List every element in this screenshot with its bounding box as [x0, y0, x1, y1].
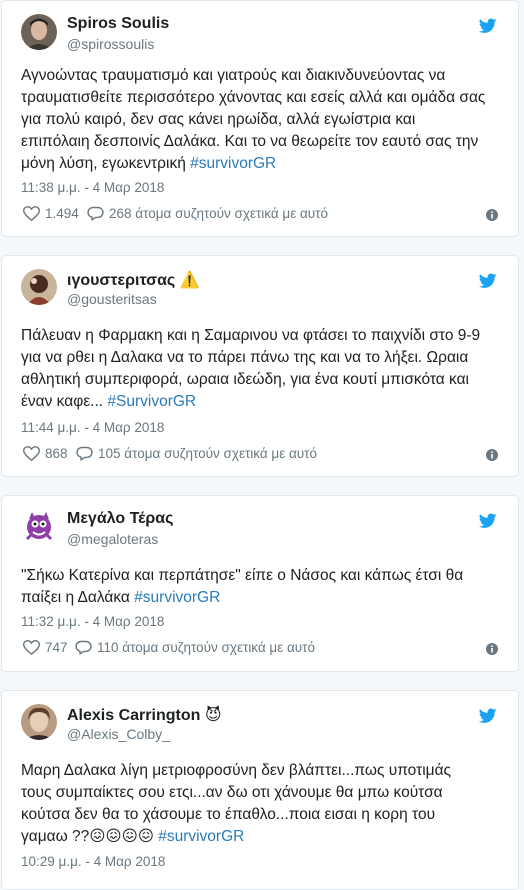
tweet-card: Spiros Soulis @spirossoulis Αγνοώντας τρ…	[1, 0, 519, 237]
hashtag-link[interactable]: #survivorGR	[158, 828, 244, 845]
user-handle[interactable]: @spirossoulis	[67, 36, 154, 52]
reply-count: 110 άτομα συζητούν σχετικά με αυτό	[97, 640, 316, 655]
display-name[interactable]: Spiros Soulis	[67, 15, 169, 33]
twitter-bird-icon[interactable]	[479, 513, 497, 529]
tweet-text: Πάλευαν η Φαρμακη και η Σαμαρινου να φτά…	[21, 327, 481, 410]
heart-icon	[23, 206, 40, 221]
avatar[interactable]	[21, 509, 57, 545]
hashtag-link[interactable]: #survivorGR	[134, 589, 220, 606]
devil-emoji: 😈	[204, 705, 222, 724]
tweet-card: ιγουστεριτσας ⚠️ @gousteritsas Πάλευαν η…	[1, 255, 519, 477]
hashtag-link[interactable]: #survivorGR	[190, 155, 276, 172]
avatar[interactable]	[21, 269, 57, 305]
display-name[interactable]: Alexis Carrington 😈	[67, 705, 222, 725]
twitter-bird-icon[interactable]	[479, 273, 497, 289]
like-count: 1.494	[45, 206, 79, 221]
warning-emoji: ⚠️	[179, 270, 200, 289]
user-handle[interactable]: @megaloteras	[67, 531, 158, 547]
like-count: 868	[45, 446, 68, 461]
timestamp[interactable]: 10:29 μ.μ. - 4 Μαρ 2018	[21, 854, 165, 869]
reply-button[interactable]: 110 άτομα συζητούν σχετικά με αυτό	[75, 640, 315, 655]
info-icon[interactable]	[486, 209, 498, 221]
reply-count: 268 άτομα συζητούν σχετικά με αυτό	[109, 206, 329, 221]
like-button[interactable]: 747	[23, 640, 68, 655]
tweet-text: "Σήκω Κατερίνα και περπάτησε" είπε ο Νάσ…	[21, 567, 464, 606]
action-bar: 1.494 268 άτομα συζητούν σχετικά με αυτό	[21, 206, 498, 226]
action-bar: 868 105 άτομα συζητούν σχετικά με αυτό	[21, 446, 498, 466]
timestamp[interactable]: 11:32 μ.μ. - 4 Μαρ 2018	[21, 614, 164, 629]
like-count: 747	[45, 640, 68, 655]
like-button[interactable]: 868	[23, 446, 68, 461]
reply-button[interactable]: 268 άτομα συζητούν σχετικά με αυτό	[87, 206, 328, 221]
reply-bubble-icon	[75, 640, 92, 655]
like-button[interactable]: 1.494	[23, 206, 79, 221]
tweet-card: Μεγάλο Τέρας @megaloteras "Σήκω Κατερίνα…	[1, 495, 519, 672]
user-handle[interactable]: @Alexis_Colby_	[67, 726, 170, 742]
twitter-bird-icon[interactable]	[479, 708, 497, 724]
display-name[interactable]: Μεγάλο Τέρας	[67, 510, 173, 528]
tweet-card: Alexis Carrington 😈 @Alexis_Colby_ Μαρη …	[1, 690, 519, 890]
hashtag-link[interactable]: #SurvivorGR	[107, 393, 196, 410]
heart-icon	[23, 446, 40, 461]
info-icon[interactable]	[486, 449, 498, 461]
timestamp[interactable]: 11:38 μ.μ. - 4 Μαρ 2018	[21, 180, 164, 195]
tweet-text: Μαρη Δαλακα λίγη μετριοφροσύνη δεν βλάπτ…	[21, 762, 452, 845]
avatar[interactable]	[21, 14, 57, 50]
reply-count: 105 άτομα συζητούν σχετικά με αυτό	[98, 446, 318, 461]
display-name[interactable]: ιγουστεριτσας ⚠️	[67, 270, 200, 290]
twitter-bird-icon[interactable]	[479, 18, 497, 34]
heart-icon	[23, 640, 40, 655]
timestamp[interactable]: 11:44 μ.μ. - 4 Μαρ 2018	[21, 420, 164, 435]
reply-bubble-icon	[87, 206, 104, 221]
info-icon[interactable]	[486, 643, 498, 655]
avatar[interactable]	[21, 704, 57, 740]
reply-button[interactable]: 105 άτομα συζητούν σχετικά με αυτό	[76, 446, 317, 461]
tweet-text: Αγνοώντας τραυματισμό και γιατρούς και δ…	[21, 67, 486, 172]
action-bar: 747 110 άτομα συζητούν σχετικά με αυτό	[21, 640, 498, 660]
user-handle[interactable]: @gousteritsas	[67, 291, 157, 307]
reply-bubble-icon	[76, 446, 93, 461]
